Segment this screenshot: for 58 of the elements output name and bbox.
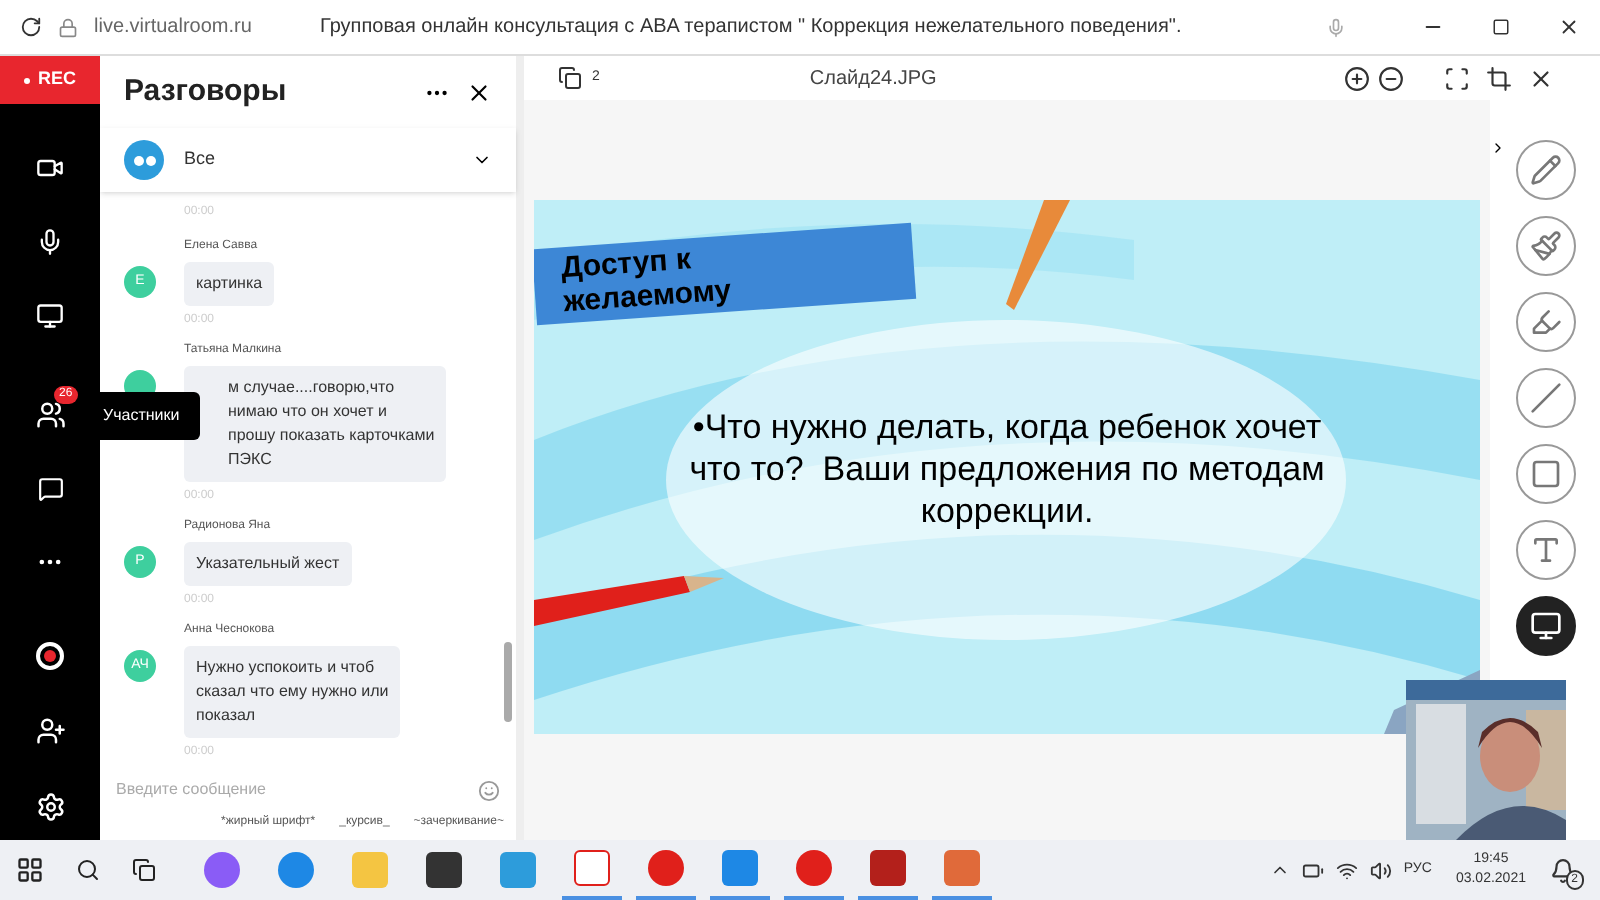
screen-share-icon[interactable]: [36, 302, 64, 330]
task-view-icon[interactable]: [132, 858, 156, 882]
rec-indicator[interactable]: REC: [0, 56, 100, 104]
emoji-icon[interactable]: [478, 779, 500, 801]
close-icon[interactable]: [1528, 65, 1554, 91]
camera-icon[interactable]: [36, 154, 64, 182]
message-bubble: м случае....говорю,что нимаю что он хочет и прошу показать карточками ПЭКС: [184, 366, 447, 482]
settings-icon[interactable]: [35, 792, 65, 822]
maximize-icon[interactable]: [1492, 18, 1510, 36]
marker-icon: [1529, 306, 1561, 338]
speaker-icon[interactable]: [1369, 859, 1392, 881]
panel-title: Разговоры: [124, 71, 289, 112]
message-input[interactable]: Введите сообщение: [116, 778, 478, 802]
battery-icon[interactable]: [1301, 859, 1324, 881]
brush-tool[interactable]: [1515, 216, 1575, 276]
group-avatar-icon: [124, 140, 164, 180]
notification-icon[interactable]: [1550, 857, 1576, 883]
page-title: Групповая онлайн консультация с ABA терапистом " Коррекция нежелательного поведения".: [320, 14, 1184, 42]
zoom-in-icon[interactable]: [1344, 65, 1370, 91]
actual-size-icon[interactable]: [1444, 65, 1470, 91]
line-tool[interactable]: [1515, 368, 1575, 428]
participants-icon[interactable]: [35, 400, 65, 430]
message-bubble: Указательный жест: [184, 542, 352, 586]
lock-icon: [58, 17, 78, 37]
zoom-out-icon[interactable]: [1378, 65, 1404, 91]
search-icon[interactable]: [76, 858, 100, 882]
message-bubble: картинка: [184, 262, 275, 306]
line-icon: [1529, 382, 1561, 414]
close-icon[interactable]: [466, 79, 492, 105]
pencil-tool[interactable]: [1515, 140, 1575, 200]
pencil-icon: [1529, 154, 1561, 186]
fit-icon[interactable]: [1486, 65, 1512, 91]
square-icon: [1529, 458, 1561, 490]
wifi-icon[interactable]: [1335, 859, 1358, 881]
microphone-icon: [1326, 17, 1346, 37]
close-icon[interactable]: [1558, 16, 1580, 38]
text-tool[interactable]: [1515, 520, 1575, 580]
conversation-selector[interactable]: Все: [100, 128, 516, 192]
board-tool[interactable]: [1515, 596, 1575, 656]
text-icon: [1529, 534, 1561, 566]
chat-icon[interactable]: [37, 476, 63, 502]
start-icon[interactable]: [16, 856, 44, 884]
slide-text: •Что нужно делать, когда ребенок хочет что то? Ваши предложения по методам коррекции.: [687, 406, 1327, 532]
slide-heading: Доступ к желаемому: [534, 222, 917, 326]
reload-icon[interactable]: [20, 16, 42, 38]
message-bubble: Нужно успокоить и чтоб сказал что ему нужно или показал: [184, 646, 401, 738]
url-text: live.virtualroom.ru: [94, 14, 254, 42]
scrollbar[interactable]: [504, 642, 512, 722]
add-user-icon[interactable]: [35, 716, 65, 746]
pages-icon[interactable]: [558, 66, 582, 90]
marker-tool[interactable]: [1515, 292, 1575, 352]
file-name: Слайд24.JPG: [809, 65, 939, 93]
monitor-icon: [1529, 610, 1561, 642]
rectangle-tool[interactable]: [1515, 444, 1575, 504]
microphone-icon[interactable]: [36, 228, 64, 256]
brush-icon: [1529, 230, 1561, 262]
collapse-icon[interactable]: [1490, 140, 1506, 156]
record-icon[interactable]: [36, 642, 64, 670]
